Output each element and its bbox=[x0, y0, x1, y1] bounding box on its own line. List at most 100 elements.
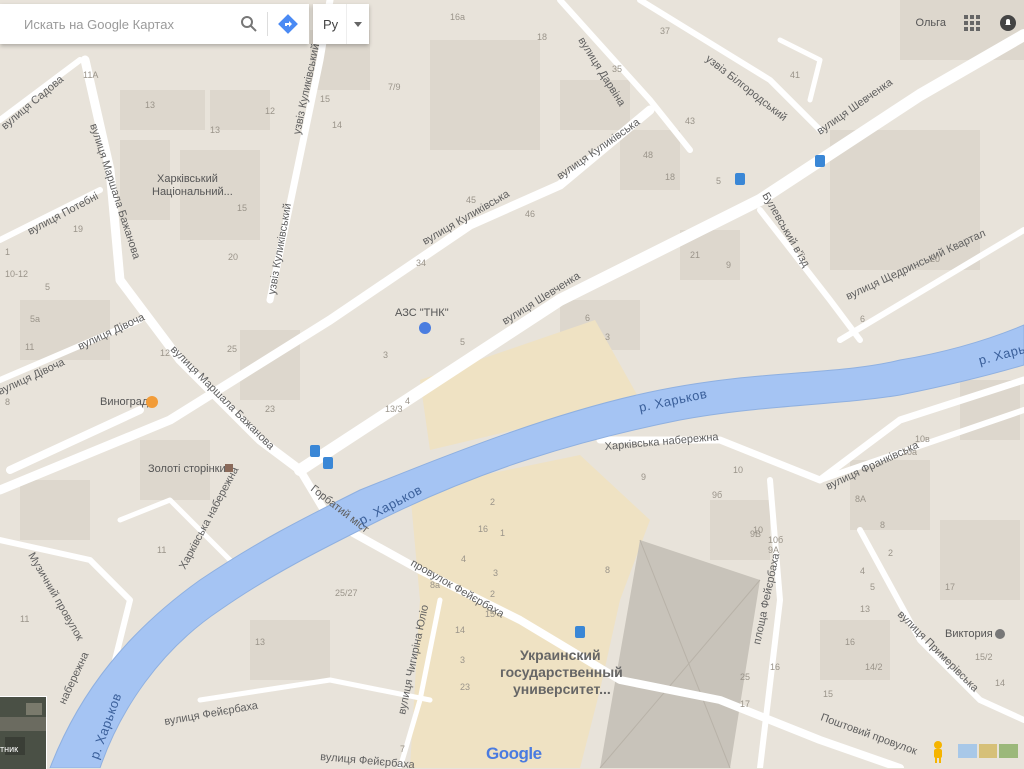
house-number: 35 bbox=[612, 64, 622, 74]
gas-station-icon bbox=[419, 322, 431, 334]
house-number: 45 bbox=[466, 195, 476, 205]
house-number: 14/2 bbox=[865, 662, 883, 672]
house-number: 15 bbox=[485, 609, 495, 619]
google-logo: Google bbox=[486, 744, 542, 764]
house-number: 34 bbox=[416, 258, 426, 268]
house-number: 11А bbox=[83, 70, 98, 80]
house-number: 18 bbox=[665, 172, 675, 182]
house-number: 6 bbox=[585, 313, 590, 323]
pegman-icon bbox=[934, 741, 942, 763]
house-number: 8а bbox=[430, 580, 440, 590]
house-number: 11 bbox=[25, 342, 34, 352]
house-number: 48 bbox=[643, 150, 653, 160]
house-number: 13 bbox=[860, 604, 870, 614]
satellite-preview bbox=[0, 697, 46, 769]
map-canvas[interactable]: вулиця Шевченка вулиця Шевченка узвіз Бі… bbox=[0, 0, 1024, 768]
house-number: 41 bbox=[790, 70, 800, 80]
poi-label: Національний... bbox=[152, 186, 233, 198]
house-number: 17 bbox=[740, 699, 750, 709]
house-number: 16 bbox=[478, 524, 488, 534]
house-number: 43 bbox=[685, 116, 695, 126]
store-icon bbox=[225, 464, 233, 472]
search-icon bbox=[241, 16, 257, 32]
house-number: 1 bbox=[500, 528, 505, 538]
account-bar: Ольга bbox=[916, 4, 1024, 42]
notifications-icon[interactable] bbox=[1000, 15, 1016, 31]
house-number: 2 bbox=[490, 497, 495, 507]
hotel-icon bbox=[995, 629, 1005, 639]
house-number: 20 bbox=[930, 254, 940, 264]
layers-button[interactable] bbox=[958, 744, 1019, 758]
bus-stop-icon bbox=[323, 457, 333, 469]
house-number: 8А bbox=[855, 494, 866, 504]
house-number: 2 bbox=[888, 548, 893, 558]
house-number: 16 bbox=[770, 662, 780, 672]
house-number: 16 bbox=[845, 637, 855, 647]
poi-label: Виноград bbox=[100, 396, 149, 408]
house-number: 12 bbox=[160, 348, 170, 358]
house-number: 37 bbox=[660, 26, 670, 36]
house-number: 14 bbox=[995, 678, 1005, 688]
language-dropdown-button[interactable] bbox=[346, 4, 369, 44]
house-number: 13/3 bbox=[385, 404, 403, 414]
poi-label: Золоті сторінки bbox=[148, 463, 226, 475]
house-number: 12 bbox=[265, 106, 275, 116]
house-number: 9 bbox=[726, 260, 731, 270]
house-number: 10в bbox=[915, 434, 930, 444]
layer-thumb bbox=[999, 744, 1019, 758]
poi-vinograd[interactable]: Виноград bbox=[100, 396, 158, 408]
house-number: 5 bbox=[870, 582, 875, 592]
house-number: 10а bbox=[902, 447, 917, 457]
poi-label: Украинский bbox=[520, 647, 601, 663]
house-number: 15 bbox=[320, 94, 330, 104]
house-number: 23 bbox=[460, 682, 470, 692]
house-number: 7 bbox=[400, 744, 405, 754]
satellite-label: тник bbox=[0, 744, 19, 754]
house-number: 23 bbox=[265, 404, 275, 414]
satellite-toggle[interactable]: тник bbox=[0, 696, 47, 769]
house-number: 13 bbox=[145, 100, 155, 110]
house-number: 4 bbox=[405, 396, 410, 406]
house-number: 14 bbox=[332, 120, 342, 130]
house-number: 3 bbox=[460, 655, 465, 665]
poi-label: университет... bbox=[513, 681, 611, 697]
house-number: 25/27 bbox=[335, 588, 358, 598]
house-number: 20 bbox=[228, 252, 238, 262]
house-number: 1 bbox=[5, 247, 10, 257]
house-number: 9В bbox=[750, 529, 761, 539]
search-input[interactable] bbox=[22, 15, 232, 33]
poi-label: Виктория bbox=[945, 628, 993, 640]
bus-stop-icon bbox=[575, 626, 585, 638]
poi-label: Харківський bbox=[157, 173, 218, 185]
house-number: 9А bbox=[768, 545, 779, 555]
directions-icon bbox=[278, 14, 299, 34]
house-number: 21 bbox=[690, 250, 700, 260]
house-number: 15 bbox=[823, 689, 833, 699]
house-number: 10-12 bbox=[5, 269, 28, 279]
house-number: 19 bbox=[73, 224, 83, 234]
bus-stop-icon bbox=[735, 173, 745, 185]
user-name[interactable]: Ольга bbox=[916, 17, 946, 29]
house-number: 15 bbox=[237, 203, 247, 213]
house-number: 2 bbox=[490, 589, 495, 599]
language-select[interactable]: Ру bbox=[313, 4, 369, 44]
house-number: 5 bbox=[460, 337, 465, 347]
house-number: 7/9 bbox=[388, 82, 401, 92]
house-number: 10 bbox=[733, 465, 743, 475]
search-button[interactable] bbox=[232, 4, 267, 44]
house-number: 3 bbox=[383, 350, 388, 360]
bar-icon bbox=[146, 396, 158, 408]
house-number: 9 bbox=[641, 472, 646, 482]
house-number: 16а bbox=[450, 12, 465, 22]
house-number: 13 bbox=[210, 125, 220, 135]
pegman-button[interactable] bbox=[930, 740, 946, 764]
house-number: 5 bbox=[716, 176, 721, 186]
directions-button[interactable] bbox=[268, 4, 309, 44]
house-number: 9б bbox=[712, 490, 722, 500]
house-number: 8 bbox=[5, 397, 10, 407]
apps-grid-icon[interactable] bbox=[964, 15, 980, 31]
house-number: 14 bbox=[455, 625, 465, 635]
poi-zoloti-storinky[interactable]: Золоті сторінки bbox=[148, 463, 233, 475]
chevron-down-icon bbox=[354, 21, 363, 27]
house-number: 11 bbox=[20, 614, 29, 624]
